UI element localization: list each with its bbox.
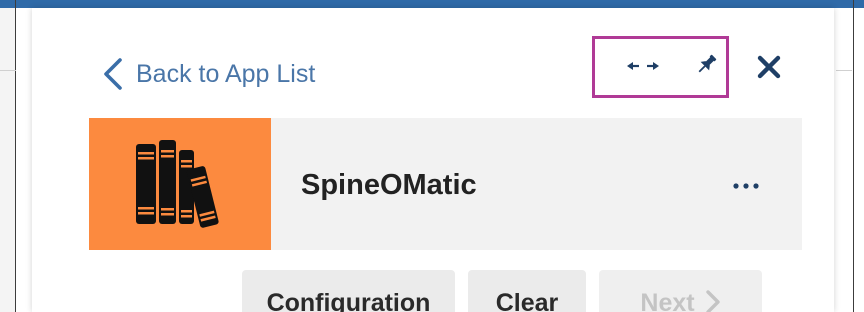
chevron-left-icon <box>102 57 124 91</box>
background-divider-right <box>853 0 854 312</box>
app-card: SpineOMatic <box>89 118 802 250</box>
books-icon <box>132 136 228 233</box>
pin-icon <box>695 52 719 81</box>
pin-button[interactable] <box>694 52 720 80</box>
background-rule-right <box>836 70 852 71</box>
next-button-label: Next <box>640 289 695 312</box>
app-frame: Back to App List SpineOMatic Configurati… <box>0 0 864 312</box>
clear-button-label: Clear <box>495 289 559 312</box>
background-divider-left <box>15 0 16 312</box>
configuration-button[interactable]: Configuration <box>242 270 455 312</box>
close-icon <box>756 54 782 85</box>
configuration-button-label: Configuration <box>266 289 431 312</box>
app-details-panel: Back to App List SpineOMatic <box>32 8 834 312</box>
app-logo <box>89 118 271 250</box>
clear-button[interactable]: Clear <box>468 270 586 312</box>
expand-button[interactable] <box>626 56 660 80</box>
next-button[interactable]: Next <box>599 270 762 312</box>
back-link-label: Back to App List <box>136 59 316 88</box>
chevron-right-icon <box>705 289 721 312</box>
more-horizontal-icon <box>733 176 759 194</box>
background-rule-left <box>0 70 16 71</box>
back-to-app-list-link[interactable]: Back to App List <box>102 52 315 96</box>
app-name: SpineOMatic <box>301 169 477 201</box>
expand-horizontal-icon <box>626 59 660 78</box>
background-left <box>0 8 16 312</box>
close-button[interactable] <box>754 54 784 84</box>
top-bar <box>0 0 864 8</box>
background-right <box>834 8 864 312</box>
more-options-button[interactable] <box>729 178 763 192</box>
